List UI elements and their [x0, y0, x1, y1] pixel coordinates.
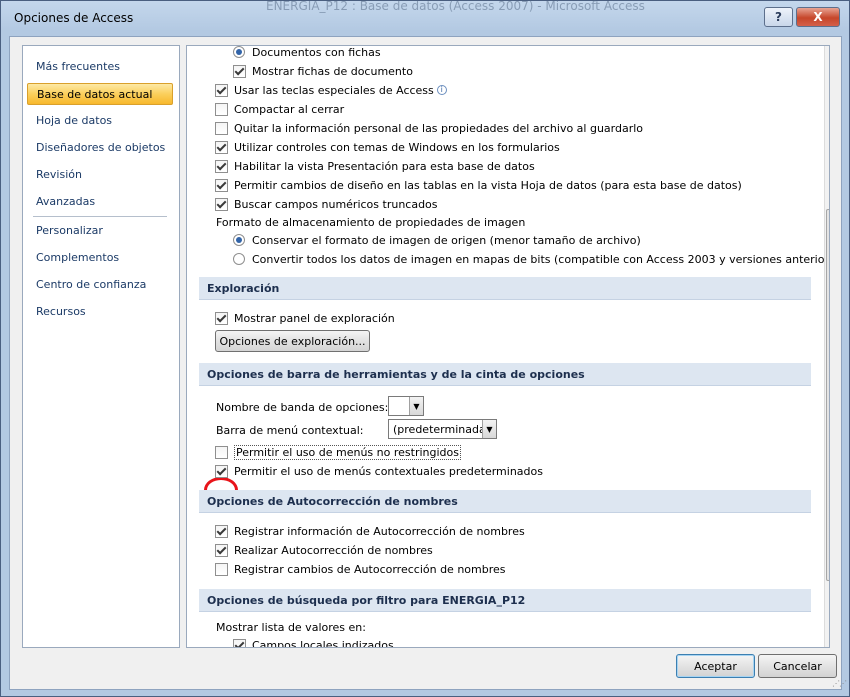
checkbox-perform-name-autocorrect[interactable]: Realizar Autocorrección de nombres	[215, 541, 433, 559]
section-header-name-autocorrect: Opciones de Autocorrección de nombres	[199, 490, 811, 513]
checkbox[interactable]	[215, 311, 228, 325]
cancel-button[interactable]: Cancelar	[758, 654, 837, 678]
checkbox-local-indexed-fields[interactable]: Campos locales indizados	[233, 636, 394, 647]
image-format-heading: Formato de almacenamiento de propiedades…	[216, 215, 526, 229]
radio-tabbed-documents[interactable]: Documentos con fichas	[233, 46, 381, 61]
ribbon-name-label: Nombre de banda de opciones:	[216, 400, 389, 414]
options-nav: Más frecuentes Base de datos actual Hoja…	[22, 45, 180, 648]
checkbox[interactable]	[215, 83, 228, 97]
checkbox-allow-full-menus[interactable]: Permitir el uso de menús no restringidos	[215, 443, 461, 461]
radio-button[interactable]	[233, 234, 245, 246]
chevron-down-icon[interactable]: ▼	[409, 397, 423, 415]
nav-item-advanced[interactable]: Avanzadas	[27, 191, 173, 213]
help-icon: ?	[775, 10, 782, 24]
show-list-values-label: Mostrar lista de valores en:	[216, 620, 366, 634]
close-button[interactable]: X	[796, 7, 840, 27]
checkbox[interactable]	[233, 638, 246, 647]
ribbon-name-select[interactable]: ▼	[388, 396, 424, 416]
checkbox[interactable]	[215, 197, 228, 211]
checkbox[interactable]	[215, 140, 228, 154]
chevron-down-icon[interactable]: ▼	[482, 420, 496, 438]
radio-convert-to-bitmap[interactable]: Convertir todos los datos de imagen en m…	[233, 250, 829, 268]
section-header-toolbars: Opciones de barra de herramientas y de l…	[199, 363, 811, 386]
checkbox-check-truncated-fields[interactable]: Buscar campos numéricos truncados	[215, 195, 438, 213]
nav-item-current-database[interactable]: Base de datos actual	[27, 83, 173, 105]
checkbox[interactable]	[215, 543, 228, 557]
checkbox-display-navigation-pane[interactable]: Mostrar panel de exploración	[215, 309, 395, 327]
checkbox[interactable]	[215, 178, 228, 192]
section-header-filter-lookup: Opciones de búsqueda por filtro para ENE…	[199, 589, 811, 612]
checkbox-access-special-keys[interactable]: Usar las teclas especiales de Access i	[215, 81, 447, 99]
scrollbar-thumb[interactable]	[826, 209, 829, 581]
checkbox-windows-themed-controls[interactable]: Utilizar controles con temas de Windows …	[215, 138, 560, 156]
checkbox[interactable]	[215, 121, 228, 135]
nav-item-most-frequent[interactable]: Más frecuentes	[27, 56, 173, 78]
info-icon[interactable]: i	[436, 85, 447, 95]
title-bar[interactable]: ENERGIA_P12 : Base de datos (Access 2007…	[1, 0, 849, 37]
dialog-title: Opciones de Access	[14, 11, 134, 25]
checkbox-remove-personal-info[interactable]: Quitar la información personal de las pr…	[215, 119, 643, 137]
nav-item-customize[interactable]: Personalizar	[27, 220, 173, 242]
checkbox[interactable]	[215, 562, 228, 576]
nav-separator	[33, 216, 167, 217]
help-button[interactable]: ?	[764, 7, 793, 27]
checkbox-display-document-tabs[interactable]: Mostrar fichas de documento	[233, 62, 413, 80]
checkbox-log-name-autocorrect[interactable]: Registrar cambios de Autocorrección de n…	[215, 560, 506, 578]
dialog-client: Más frecuentes Base de datos actual Hoja…	[9, 36, 847, 690]
nav-item-proofing[interactable]: Revisión	[27, 164, 173, 186]
section-header-navigation: Exploración	[199, 277, 811, 300]
nav-item-resources[interactable]: Recursos	[27, 301, 173, 323]
vertical-scrollbar[interactable]: ▲ ▼	[824, 46, 829, 647]
checkbox-track-name-autocorrect[interactable]: Registrar información de Autocorrección …	[215, 522, 525, 540]
checkbox[interactable]	[233, 64, 246, 78]
checkbox-design-changes-datasheet[interactable]: Permitir cambios de diseño en las tablas…	[215, 176, 742, 194]
checkbox[interactable]	[215, 464, 228, 478]
background-window-title: ENERGIA_P12 : Base de datos (Access 2007…	[266, 0, 645, 13]
checkbox[interactable]	[215, 524, 228, 538]
shortcut-menu-bar-select[interactable]: (predeterminada) ▼	[388, 419, 497, 439]
nav-item-object-designers[interactable]: Diseñadores de objetos	[27, 137, 173, 159]
radio-button[interactable]	[233, 253, 245, 265]
radio-preserve-image-format[interactable]: Conservar el formato de imagen de origen…	[233, 231, 641, 249]
checkbox[interactable]	[215, 102, 228, 116]
nav-item-add-ins[interactable]: Complementos	[27, 247, 173, 269]
checkbox[interactable]	[215, 445, 228, 459]
options-panel: Documentos con fichas Mostrar fichas de …	[186, 45, 830, 648]
shortcut-menu-bar-label: Barra de menú contextual:	[216, 423, 364, 437]
checkbox-compact-on-close[interactable]: Compactar al cerrar	[215, 100, 344, 118]
resize-grip-icon[interactable]: ⋰⋰	[832, 679, 847, 688]
ok-button[interactable]: Aceptar	[676, 654, 755, 678]
checkbox[interactable]	[215, 159, 228, 173]
close-icon: X	[813, 10, 823, 24]
scroll-down-icon[interactable]: ▼	[825, 632, 829, 647]
scroll-up-icon[interactable]: ▲	[825, 46, 829, 62]
nav-item-datasheet[interactable]: Hoja de datos	[27, 110, 173, 132]
radio-button[interactable]	[233, 46, 245, 58]
options-dialog: ENERGIA_P12 : Base de datos (Access 2007…	[0, 0, 850, 697]
checkbox-enable-layout-view[interactable]: Habilitar la vista Presentación para est…	[215, 157, 535, 175]
nav-item-trust-center[interactable]: Centro de confianza	[27, 274, 173, 296]
navigation-options-button[interactable]: Opciones de exploración...	[215, 330, 370, 352]
checkbox-allow-default-shortcut-menus[interactable]: Permitir el uso de menús contextuales pr…	[215, 462, 543, 480]
